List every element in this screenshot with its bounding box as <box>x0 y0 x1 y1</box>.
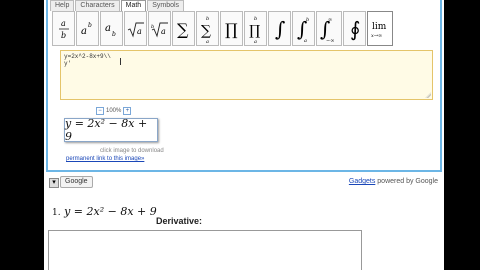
integral-limits-icon[interactable]: b ∫ a <box>292 11 315 46</box>
svg-text:∑: ∑ <box>177 20 189 39</box>
svg-text:x→∞: x→∞ <box>371 33 382 39</box>
svg-text:a: a <box>206 39 209 44</box>
sum-limits-icon[interactable]: b ∑ a <box>196 11 219 46</box>
powered-by-label: powered by Google <box>375 178 438 185</box>
letterbox-right <box>444 0 480 270</box>
google-button[interactable]: Google <box>60 176 93 188</box>
product-icon[interactable]: ∏ <box>220 11 243 46</box>
tab-symbols[interactable]: Symbols <box>147 0 185 11</box>
svg-text:a: a <box>137 27 142 36</box>
text-cursor <box>120 58 121 65</box>
contour-integral-icon[interactable]: ∮ <box>343 11 366 46</box>
product-limits-icon[interactable]: b ∏ a <box>244 11 267 46</box>
latex-input-line-2: y' <box>64 60 72 67</box>
equation-editor-widget: Help Characters Math Symbols ab ab ab a … <box>46 0 442 172</box>
tab-help[interactable]: Help <box>50 0 75 11</box>
problem-equation: y = 2x² − 8x + 9 <box>64 205 157 218</box>
svg-text:a: a <box>81 26 87 37</box>
permanent-link[interactable]: permanent link to this image» <box>66 156 144 162</box>
subscript-icon[interactable]: ab <box>100 11 123 46</box>
svg-text:b: b <box>88 22 92 29</box>
svg-text:b: b <box>206 16 209 22</box>
equation-preview-image[interactable]: y = 2x² − 8x + 9 <box>64 117 158 143</box>
svg-text:a: a <box>254 39 257 44</box>
limit-icon[interactable]: lim x→∞ <box>367 11 393 46</box>
worksheet-problem: 1. y = 2x² − 8x + 9 <box>52 205 157 218</box>
svg-text:b: b <box>254 16 257 22</box>
page: Help Characters Math Symbols ab ab ab a … <box>44 0 444 270</box>
download-caption: click image to download <box>100 148 164 154</box>
answer-box[interactable] <box>48 230 362 270</box>
zoom-controls: − 100% + <box>94 107 133 115</box>
tab-characters[interactable]: Characters <box>75 0 120 11</box>
svg-text:a: a <box>304 38 307 44</box>
improper-integral-icon[interactable]: ∞ ∫ −∞ <box>316 11 342 46</box>
svg-text:∑: ∑ <box>201 23 211 39</box>
zoom-in-button[interactable]: + <box>123 107 132 115</box>
derivative-heading: Derivative: <box>156 216 203 226</box>
problem-number: 1. <box>52 208 61 218</box>
preview-formula: y = 2x² − 8x + 9 <box>65 117 148 143</box>
gadget-menu-icon[interactable]: ▾ <box>49 178 59 188</box>
svg-text:∏: ∏ <box>225 20 238 39</box>
gadgets-link[interactable]: Gadgets <box>349 178 375 185</box>
svg-text:∮: ∮ <box>350 17 360 41</box>
svg-text:∫: ∫ <box>275 17 285 41</box>
latex-input-line-1: y=2x^2-8x+9\\ <box>64 53 111 60</box>
google-button-label: Google <box>65 178 88 185</box>
svg-text:lim: lim <box>372 22 387 32</box>
nth-root-icon[interactable]: ba <box>148 11 171 46</box>
superscript-icon[interactable]: ab <box>76 11 99 46</box>
svg-text:b: b <box>61 31 66 40</box>
fraction-icon[interactable]: ab <box>52 11 75 46</box>
zoom-out-button[interactable]: − <box>96 107 104 115</box>
tab-math[interactable]: Math <box>120 0 147 11</box>
resize-handle[interactable] <box>425 92 431 98</box>
sum-icon[interactable]: ∑ <box>172 11 195 46</box>
svg-text:−∞: −∞ <box>326 38 334 44</box>
svg-text:∏: ∏ <box>249 23 260 39</box>
letterbox-left <box>0 0 44 270</box>
powered-by-text: Gadgets powered by Google <box>349 178 438 185</box>
svg-text:b: b <box>112 31 116 38</box>
svg-text:a: a <box>161 27 166 36</box>
zoom-level: 100% <box>106 108 122 114</box>
editor-tabs: Help Characters Math Symbols <box>50 0 185 11</box>
sqrt-icon[interactable]: a <box>124 11 147 46</box>
integral-icon[interactable]: ∫ <box>268 11 291 46</box>
math-toolbar: ab ab ab a ba ∑ b ∑ a ∏ b ∏ a ∫ b ∫ a ∞ … <box>52 11 394 46</box>
latex-input-area[interactable]: y=2x^2-8x+9\\ y' <box>60 50 433 100</box>
svg-text:a: a <box>61 19 66 28</box>
svg-text:a: a <box>105 23 111 34</box>
